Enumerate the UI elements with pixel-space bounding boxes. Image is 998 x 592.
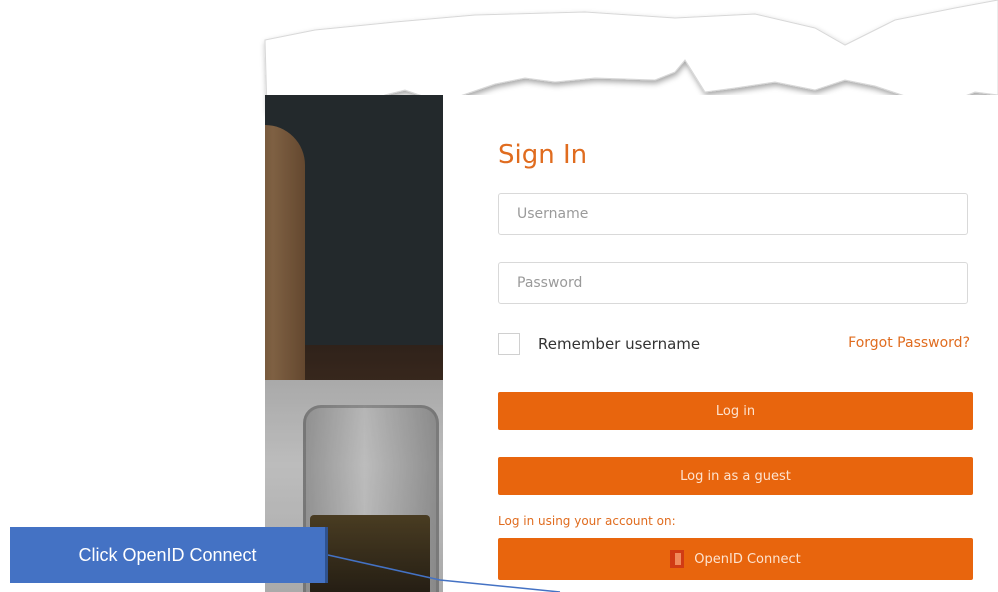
signin-panel: Sign In Remember username Forgot Passwor… [443,95,998,592]
forgot-password-link[interactable]: Forgot Password? [848,335,970,351]
office-icon [670,550,685,568]
callout-text: Click OpenID Connect [78,544,257,565]
remember-username-row: Remember username [498,331,700,357]
openid-connect-button[interactable]: OpenID Connect [498,538,973,580]
username-input[interactable] [498,193,968,235]
remember-username-checkbox[interactable] [498,333,520,355]
callout-box: Click OpenID Connect [10,527,328,583]
guest-login-button[interactable]: Log in as a guest [498,457,973,495]
background-photo [265,95,443,592]
openid-connect-label: OpenID Connect [694,551,801,567]
login-using-account-text: Log in using your account on: [498,514,676,528]
remember-username-label: Remember username [538,335,701,353]
password-input[interactable] [498,262,968,304]
signin-title: Sign In [498,140,588,170]
login-button[interactable]: Log in [498,392,973,430]
